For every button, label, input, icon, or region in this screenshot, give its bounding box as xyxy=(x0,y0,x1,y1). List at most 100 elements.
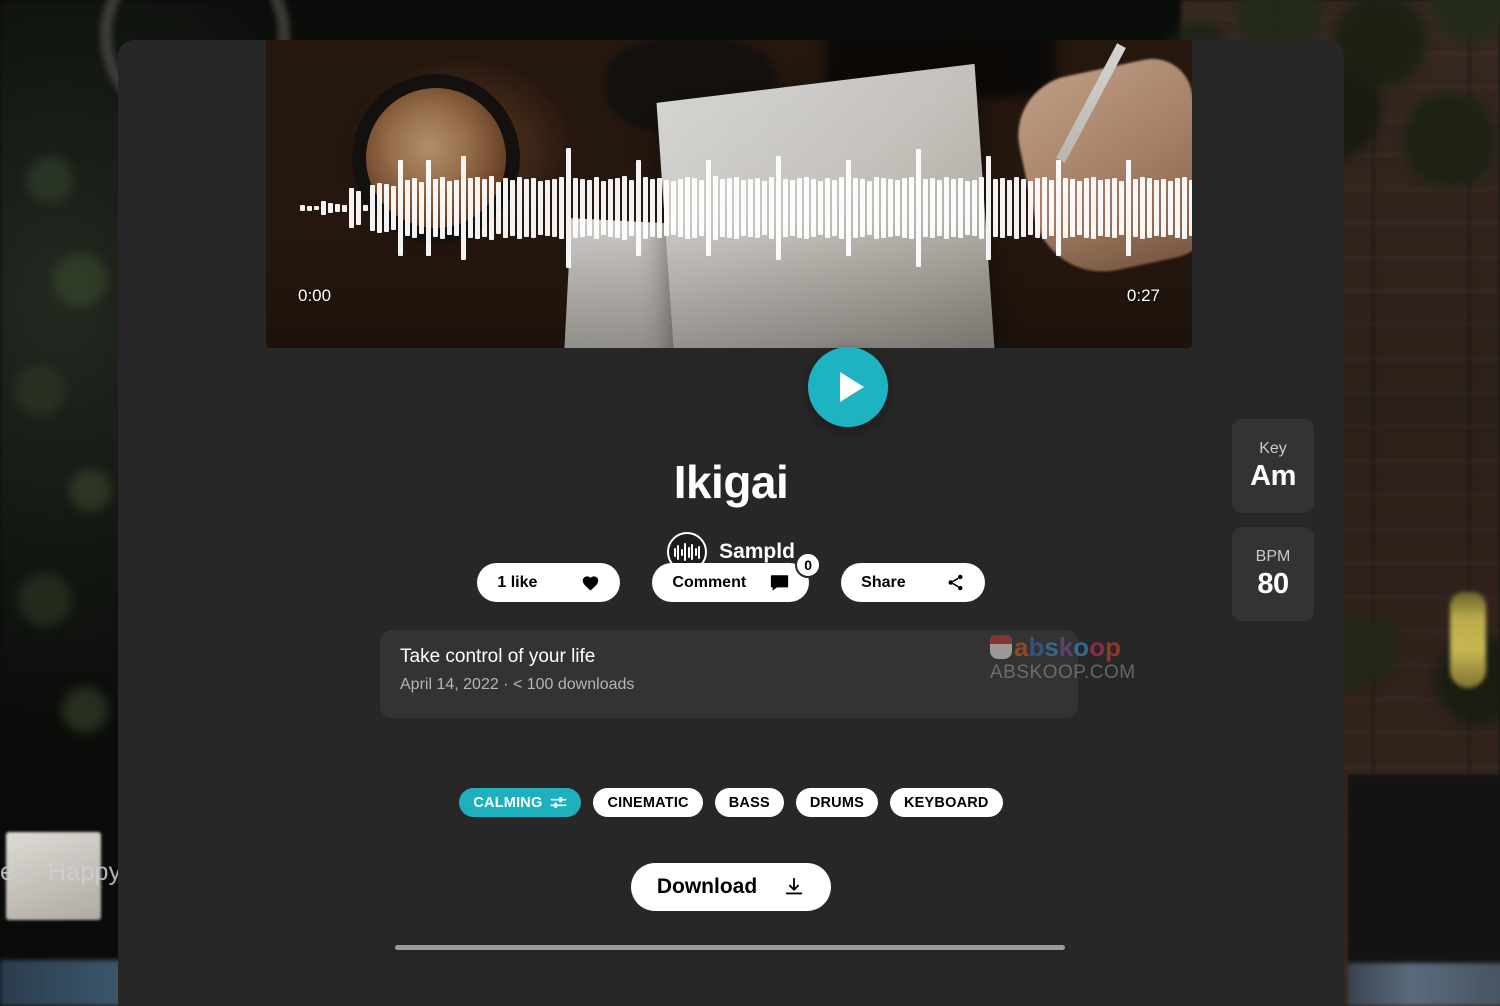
waveform-bar xyxy=(594,177,599,239)
waveform-bar xyxy=(671,181,676,235)
waveform-bar xyxy=(1126,160,1131,256)
waveform-bar xyxy=(503,178,508,238)
tag-cinematic[interactable]: CINEMATIC xyxy=(593,788,703,817)
waveform-bar xyxy=(734,177,739,239)
waveform-bar xyxy=(328,203,333,213)
play-button[interactable] xyxy=(808,347,888,427)
waveform-bar xyxy=(384,184,389,232)
waveform-bar xyxy=(636,160,641,256)
action-bar: 1 like Comment 0 Share xyxy=(118,552,1344,602)
waveform-bar xyxy=(755,178,760,238)
waveform-bar xyxy=(1189,180,1192,236)
key-box: Key Am xyxy=(1232,419,1314,513)
waveform-bar xyxy=(678,179,683,237)
waveform-bar xyxy=(818,181,823,235)
waveform-bar xyxy=(1147,178,1152,238)
tag-list: CALMING CINEMATIC BASS DRUMS KEYBOARD xyxy=(118,788,1344,817)
waveform-bar xyxy=(860,179,865,237)
waveform-bar xyxy=(552,179,557,237)
waveform-bar xyxy=(965,181,970,235)
waveform-bar xyxy=(874,177,879,239)
waveform-bar xyxy=(846,160,851,256)
like-label: 1 like xyxy=(497,573,538,591)
waveform-bar xyxy=(601,181,606,235)
waveform-bar xyxy=(937,180,942,236)
waveform-bar xyxy=(622,176,627,240)
waveform-bar xyxy=(832,180,837,236)
time-duration: 0:27 xyxy=(1126,286,1160,305)
tag-label: KEYBOARD xyxy=(904,794,989,811)
watermark-letter: o xyxy=(1089,632,1106,662)
artist-name: Sampld xyxy=(719,540,795,563)
waveform-bar xyxy=(580,179,585,237)
waveform-bar xyxy=(615,178,620,238)
waveform-bar xyxy=(657,178,662,238)
waveform-bar xyxy=(944,177,949,239)
tag-label: BASS xyxy=(728,794,770,811)
waveform-bar xyxy=(895,180,900,236)
waveform-bar xyxy=(993,179,998,237)
waveform-bar xyxy=(426,160,431,256)
waveform-scrubber[interactable] xyxy=(300,138,1192,278)
waveform-bar xyxy=(370,185,375,231)
sliders-icon xyxy=(550,795,567,810)
waveform-bar xyxy=(398,160,403,256)
share-icon xyxy=(946,573,965,592)
tag-drums[interactable]: DRUMS xyxy=(795,788,878,817)
background-text-happy: Happy xyxy=(48,858,122,886)
waveform-bar xyxy=(1175,178,1180,238)
waveform-bar xyxy=(741,180,746,236)
waveform-bar xyxy=(1007,180,1012,236)
waveform-bar xyxy=(923,179,928,237)
waveform-bar xyxy=(391,186,396,230)
time-elapsed: 0:00 xyxy=(298,286,332,305)
waveform-bar xyxy=(356,191,361,225)
waveform-bar xyxy=(587,180,592,236)
waveform-bar xyxy=(1028,181,1033,235)
waveform-bar xyxy=(1140,177,1145,239)
waveform-bar xyxy=(454,180,459,236)
waveform-bar xyxy=(867,181,872,235)
watermark-letter: p xyxy=(1105,632,1121,662)
tag-bass[interactable]: BASS xyxy=(714,788,784,817)
waveform-bar xyxy=(1168,181,1173,235)
tag-keyboard[interactable]: KEYBOARD xyxy=(890,788,1003,817)
waveform-bar xyxy=(608,179,613,237)
watermark-letter: k xyxy=(1058,632,1074,662)
waveform-bar xyxy=(1091,177,1096,239)
audio-player[interactable]: 0:00 0:27 xyxy=(266,40,1192,348)
comment-button[interactable]: Comment xyxy=(652,563,810,602)
tag-calming[interactable]: CALMING xyxy=(459,788,582,817)
waveform-bar xyxy=(531,178,536,238)
waveform-bar xyxy=(825,178,830,238)
bottom-scrollbar[interactable] xyxy=(395,945,1065,950)
waveform-bar xyxy=(888,179,893,237)
waveform-bar xyxy=(1133,179,1138,237)
waveform-bar xyxy=(776,156,781,260)
waveform-bar xyxy=(461,156,466,260)
waveform-bar xyxy=(1182,177,1187,239)
like-button[interactable]: 1 like xyxy=(477,563,621,602)
waveform-bar xyxy=(1112,178,1117,238)
share-button[interactable]: Share xyxy=(841,563,985,602)
track-detail-modal: 0:00 0:27 Ikigai Sampld Key Am BPM 80 1 … xyxy=(118,40,1344,1006)
waveform-bar xyxy=(524,179,529,237)
background-right-card xyxy=(1348,775,1500,965)
background-plant xyxy=(0,60,130,780)
waveform-bar xyxy=(748,179,753,237)
waveform-bar xyxy=(419,182,424,234)
waveform-bar xyxy=(510,180,515,236)
comment-label: Comment xyxy=(672,573,747,591)
waveform-bar xyxy=(643,177,648,239)
waveform-bar xyxy=(1063,178,1068,238)
download-button[interactable]: Download xyxy=(630,863,832,911)
waveform-bar xyxy=(1154,180,1159,236)
waveform-bar xyxy=(517,177,522,239)
description-subtitle: April 14, 2022 · < 100 downloads xyxy=(400,676,635,693)
tag-label: DRUMS xyxy=(809,794,864,811)
waveform-bar xyxy=(909,177,914,239)
waveform-bar xyxy=(559,177,564,239)
waveform-bar xyxy=(496,182,501,234)
waveform-bar xyxy=(685,177,690,239)
waveform-bar xyxy=(1035,178,1040,238)
